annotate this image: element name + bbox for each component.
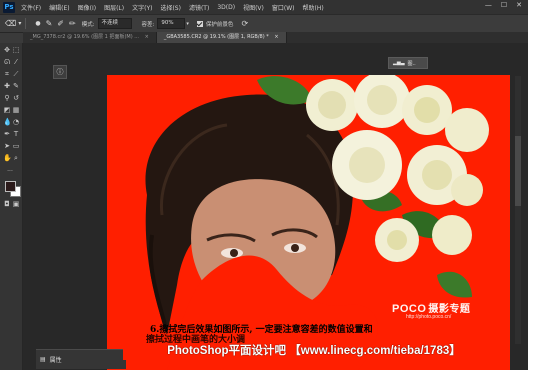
mode-label: 模式: xyxy=(81,21,95,28)
eyedropper-tool-icon[interactable]: ⟋ xyxy=(12,70,20,78)
menu-image[interactable]: 图像(I) xyxy=(78,3,96,12)
eraser-tool-preset-icon[interactable]: ⌫ xyxy=(5,19,16,28)
menu-select[interactable]: 选择(S) xyxy=(160,3,181,12)
blur-tool-icon[interactable]: 💧 xyxy=(3,118,12,126)
type-tool-icon[interactable]: T xyxy=(12,130,20,138)
brush-size-icon[interactable]: ● xyxy=(35,20,40,27)
screen-mode-icon[interactable]: ▣ xyxy=(12,200,20,208)
menu-filter[interactable]: 滤镜(T) xyxy=(189,3,209,12)
protect-foreground-label: 保护前景色 xyxy=(205,21,234,28)
close-icon[interactable]: ✕ xyxy=(516,1,522,9)
foreground-color-swatch[interactable] xyxy=(5,181,16,192)
quick-mask-icon[interactable]: ◘ xyxy=(3,200,11,208)
menu-view[interactable]: 视图(V) xyxy=(243,3,264,12)
poco-watermark: POCO 摄影专题 http://photo.poco.cn/ xyxy=(392,300,502,324)
healing-brush-tool-icon[interactable]: ✚ xyxy=(3,82,11,90)
history-brush-tool-icon[interactable]: ↺ xyxy=(12,94,20,102)
gradient-tool-icon[interactable]: ▦ xyxy=(12,106,20,114)
watermark-url: http://photo.poco.cn/ xyxy=(406,314,452,320)
scrollbar-thumb[interactable] xyxy=(515,136,521,206)
move-tool-icon[interactable]: ✥ xyxy=(3,46,11,54)
histogram-icon: ▂▅▃ xyxy=(393,60,405,66)
lasso-tool-icon[interactable]: ᘏ xyxy=(3,58,11,66)
window-controls: — ☐ ✕ xyxy=(485,1,522,9)
info-panel-icon[interactable]: ⓘ xyxy=(53,65,67,79)
layers-panel-flyout[interactable]: ▂▅▃ 图.. xyxy=(388,57,428,69)
hand-tool-icon[interactable]: ✋ xyxy=(3,154,12,162)
sampling-once-icon[interactable]: ✐ xyxy=(57,19,64,28)
path-selection-tool-icon[interactable]: ➤ xyxy=(3,142,11,150)
brush-tool-icon[interactable]: ✎ xyxy=(12,82,20,90)
chevron-down-icon[interactable]: ▾ xyxy=(18,20,21,27)
more-tools-icon[interactable]: ··· xyxy=(6,168,14,176)
pen-tool-icon[interactable]: ✒ xyxy=(3,130,11,138)
tab-label: _MG_7378.cr2 @ 19.6% (图层 1 把面板(M) ... xyxy=(30,34,140,40)
crop-tool-icon[interactable]: ⌗ xyxy=(3,70,11,78)
menu-layer[interactable]: 图层(L) xyxy=(104,3,124,12)
minimize-icon[interactable]: — xyxy=(485,1,492,9)
vertical-scrollbar[interactable] xyxy=(515,76,521,344)
mode-select[interactable]: 不连续 xyxy=(97,18,132,29)
tolerance-input[interactable]: 90% xyxy=(157,18,186,29)
options-bar: ⌫ ▾ ● ✎ ✐ ✏ 模式: 不连续 容差: 90% ▾ 保护前景色 ⟳ xyxy=(0,14,528,33)
marquee-tool-icon[interactable]: ⬚ xyxy=(12,46,20,54)
menu-bar: Ps 文件(F) 编辑(E) 图像(I) 图层(L) 文字(Y) 选择(S) 滤… xyxy=(0,0,528,14)
clone-stamp-tool-icon[interactable]: ⚲ xyxy=(3,94,11,102)
menu-3d[interactable]: 3D(D) xyxy=(217,4,235,11)
tab-document-2[interactable]: _GBA3585.CR2 @ 19.1% (图层 1, RGB/8) * × xyxy=(156,32,287,43)
menu-help[interactable]: 帮助(H) xyxy=(303,3,324,12)
maximize-icon[interactable]: ☐ xyxy=(501,1,507,9)
magic-wand-tool-icon[interactable]: ⁄ xyxy=(12,58,20,66)
divider xyxy=(25,18,27,29)
zoom-tool-icon[interactable]: ⌕ xyxy=(12,154,20,162)
tolerance-label: 容差: xyxy=(141,21,155,28)
shape-tool-icon[interactable]: ▭ xyxy=(12,142,20,150)
sampling-background-icon[interactable]: ✏ xyxy=(69,19,76,28)
tools-panel: ✥ ⬚ ᘏ ⁄ ⌗ ⟋ ✚ ✎ ⚲ ↺ ◩ ▦ 💧 ◔ ✒ T ➤ ▭ ✋ ⌕ … xyxy=(0,43,23,370)
tutorial-banner: PhotoShop平面设计吧 【www.linecg.com/tieba/178… xyxy=(123,343,505,360)
properties-icon: ▤ xyxy=(40,356,46,363)
tab-document-1[interactable]: _MG_7378.cr2 @ 19.6% (图层 1 把面板(M) ... × xyxy=(23,32,157,43)
tab-label: _GBA3585.CR2 @ 19.1% (图层 1, RGB/8) * xyxy=(163,34,269,40)
dodge-tool-icon[interactable]: ◔ xyxy=(12,118,20,126)
document-tabs: _MG_7378.cr2 @ 19.6% (图层 1 把面板(M) ... × … xyxy=(23,32,528,43)
eraser-tool-icon[interactable]: ◩ xyxy=(3,106,11,114)
properties-panel-tab[interactable]: ▤ 属性 xyxy=(36,349,126,369)
menu-file[interactable]: 文件(F) xyxy=(21,3,41,12)
menu-type[interactable]: 文字(Y) xyxy=(132,3,152,12)
menu-window[interactable]: 窗口(W) xyxy=(272,3,295,12)
app-logo: Ps xyxy=(3,1,15,13)
layers-flyout-label: 图.. xyxy=(407,60,416,67)
sampling-continuous-icon[interactable]: ✎ xyxy=(46,19,53,28)
close-icon[interactable]: × xyxy=(274,34,278,40)
chevron-down-icon[interactable]: ▾ xyxy=(186,21,189,27)
properties-label: 属性 xyxy=(49,357,62,364)
menu-edit[interactable]: 编辑(E) xyxy=(49,3,69,12)
protect-foreground-checkbox[interactable] xyxy=(196,20,203,27)
close-icon[interactable]: × xyxy=(145,34,149,40)
pressure-size-icon[interactable]: ⟳ xyxy=(241,19,248,28)
